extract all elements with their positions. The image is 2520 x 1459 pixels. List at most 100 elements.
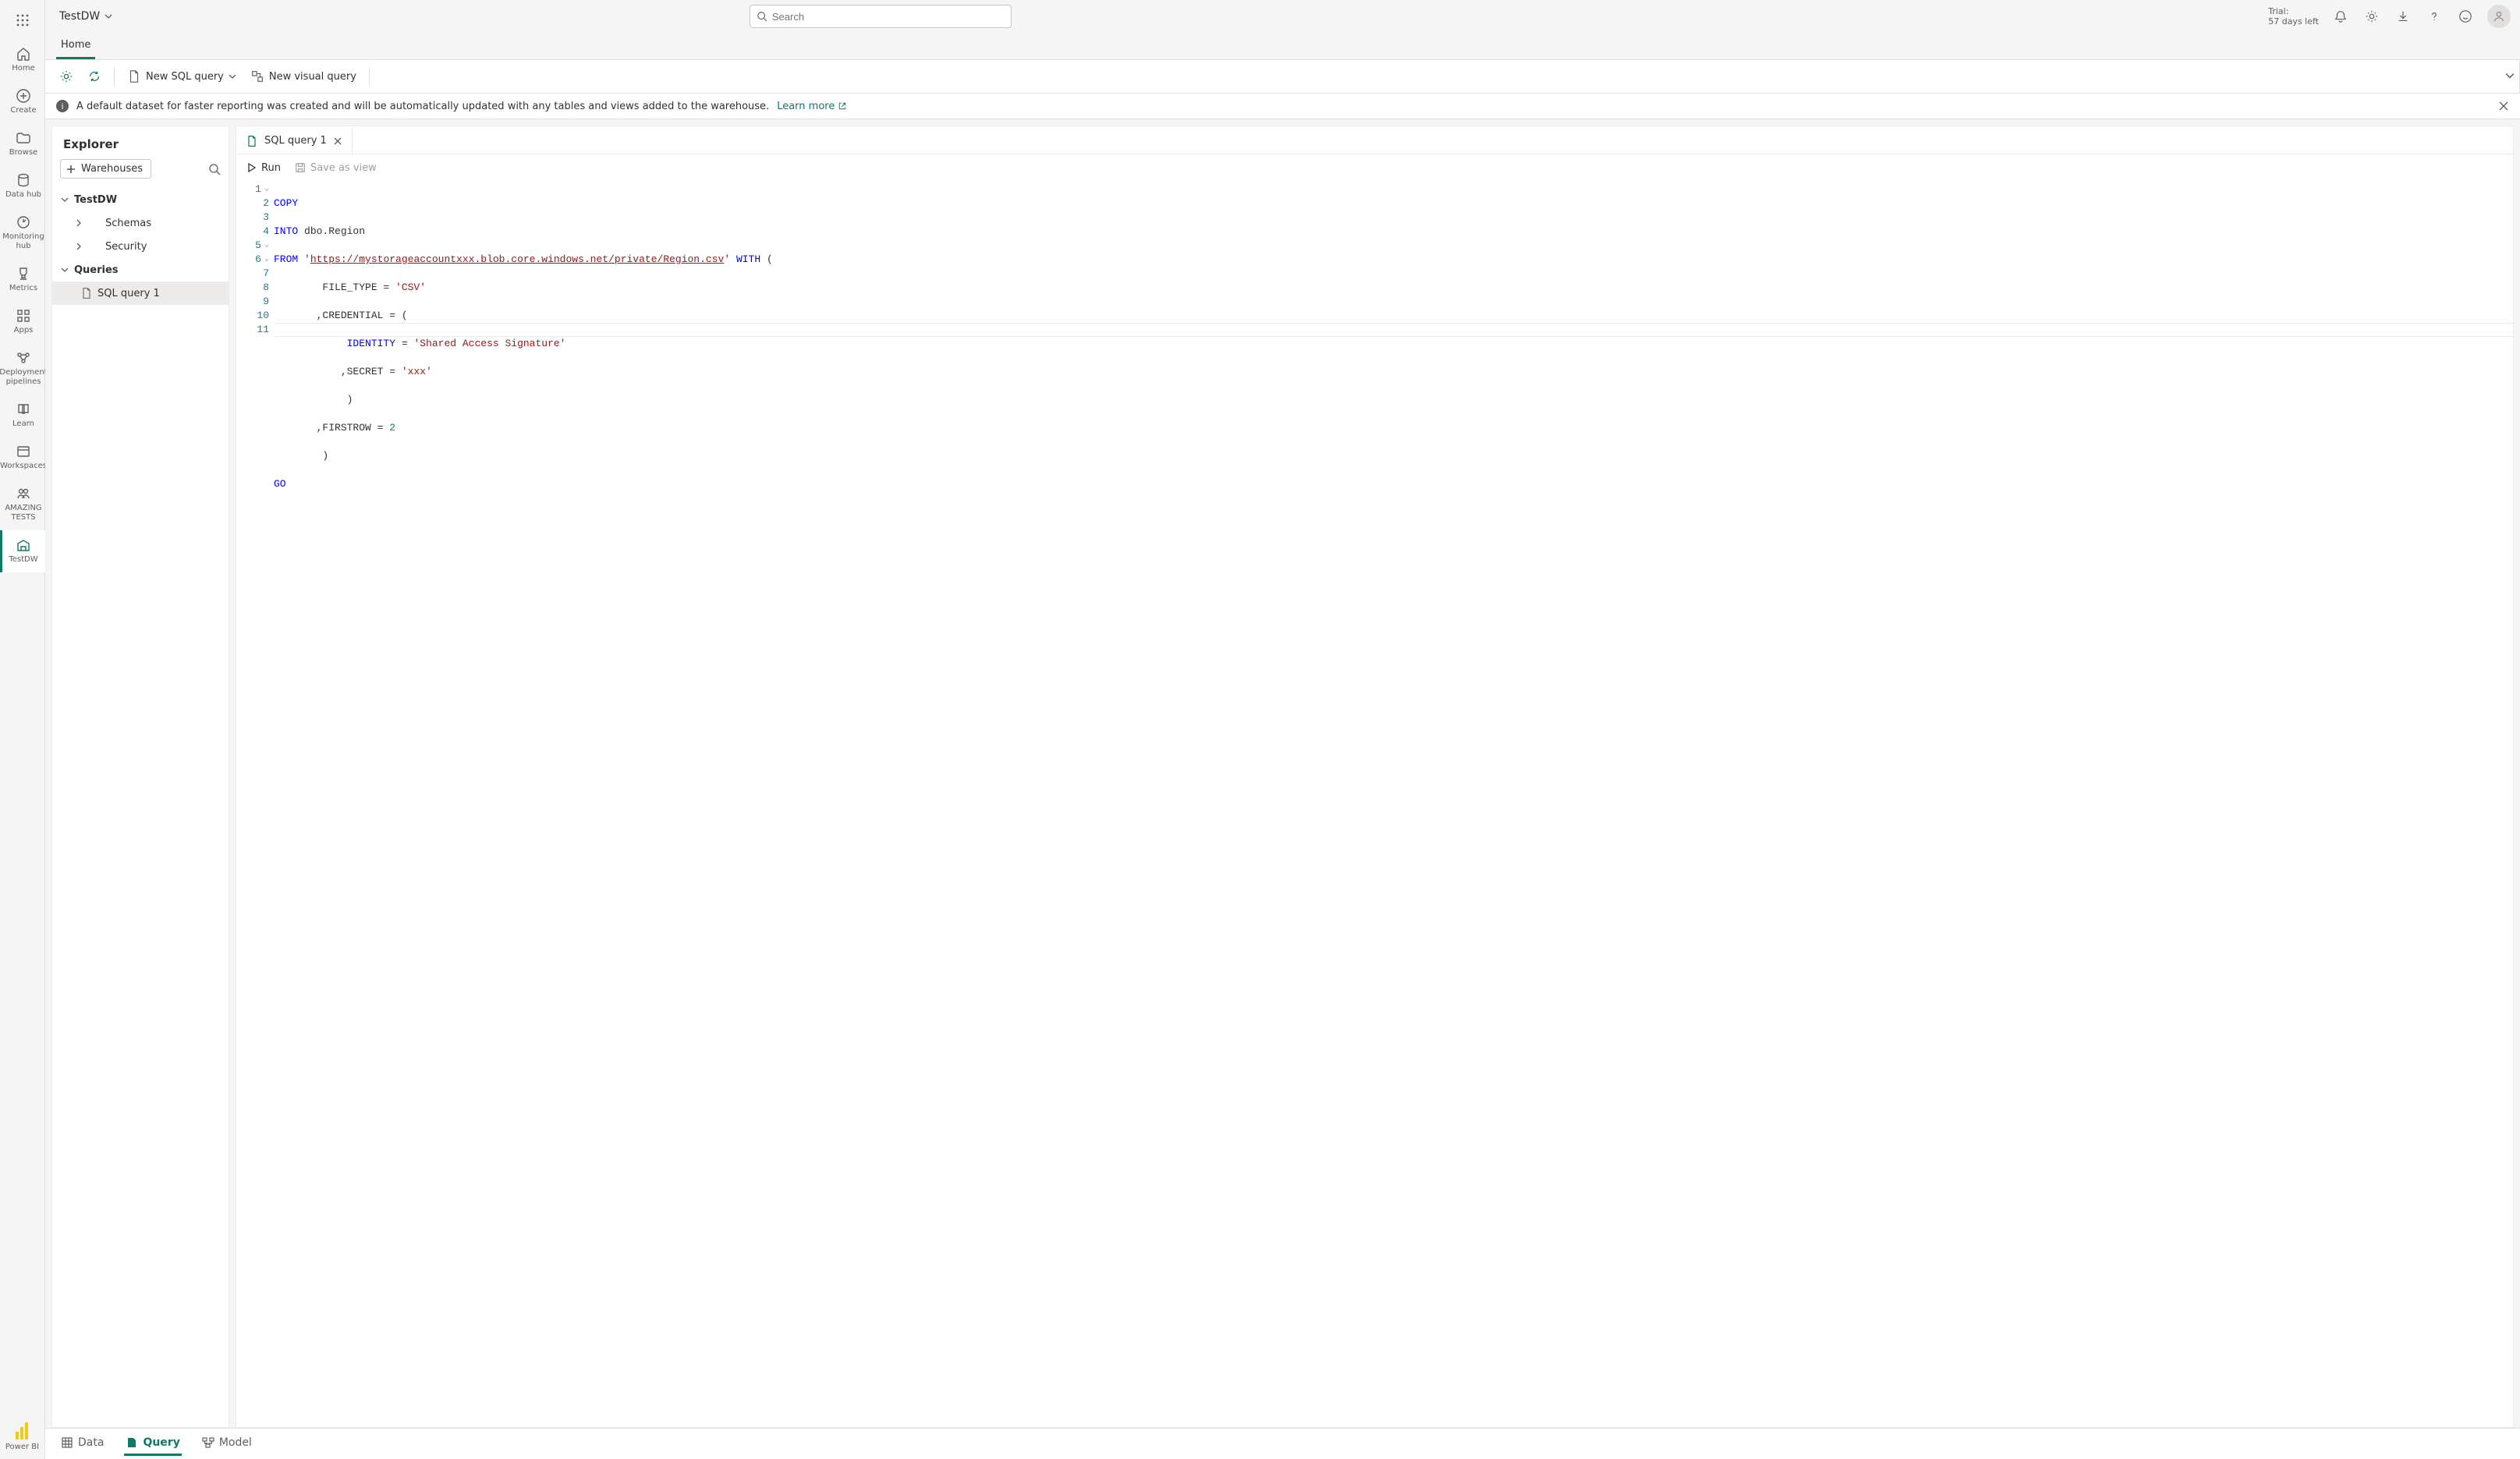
nav-learn[interactable]: Learn bbox=[0, 395, 45, 437]
nav-create[interactable]: Create bbox=[0, 81, 45, 123]
workspaces-icon bbox=[15, 443, 32, 460]
account-avatar[interactable] bbox=[2487, 5, 2511, 28]
bell-icon bbox=[2334, 9, 2348, 23]
code-body[interactable]: COPY INTO dbo.Region FROM 'https://mysto… bbox=[274, 181, 2513, 1427]
ribbon-tabs: Home bbox=[45, 33, 2520, 59]
warehouse-icon bbox=[15, 537, 32, 554]
close-icon bbox=[333, 136, 342, 146]
refresh-icon bbox=[87, 69, 101, 83]
code-editor[interactable]: 1⌄ 2 3 4 5⌄ 6⌄ 7 8 9 10 11 COPY INTO dbo… bbox=[236, 181, 2513, 1427]
view-mode-tabs: Data Query Model bbox=[45, 1428, 2520, 1459]
nav-browse[interactable]: Browse bbox=[0, 123, 45, 165]
explorer-tree: TestDW Schemas Security Queries bbox=[52, 186, 229, 1427]
nav-testdw[interactable]: TestDW bbox=[0, 530, 45, 572]
chevron-down-icon bbox=[60, 196, 69, 204]
explorer-panel: Explorer Warehouses TestDW Schemas bbox=[51, 126, 229, 1428]
book-icon bbox=[15, 401, 32, 418]
powerbi-logo-icon[interactable] bbox=[14, 1422, 30, 1441]
editor-tabstrip: SQL query 1 bbox=[236, 126, 2513, 154]
pipeline-icon bbox=[15, 349, 32, 367]
editor-tab-title: SQL query 1 bbox=[264, 135, 327, 147]
sql-file-icon bbox=[80, 287, 93, 299]
close-icon bbox=[2498, 101, 2509, 112]
nav-home-label: Home bbox=[12, 64, 35, 73]
new-visual-query-button[interactable]: New visual query bbox=[244, 64, 363, 89]
explorer-search-button[interactable] bbox=[208, 163, 221, 175]
banner-close-button[interactable] bbox=[2498, 101, 2509, 112]
tab-home[interactable]: Home bbox=[56, 34, 95, 59]
save-icon bbox=[295, 162, 306, 173]
people-icon bbox=[15, 485, 32, 502]
view-tab-model[interactable]: Model bbox=[200, 1432, 253, 1456]
app-launcher-icon[interactable] bbox=[7, 5, 38, 36]
external-link-icon bbox=[838, 101, 847, 111]
nav-monitoring-hub[interactable]: Monitoring hub bbox=[0, 207, 45, 259]
fold-icon[interactable]: ⌄ bbox=[264, 253, 269, 267]
smile-icon bbox=[2458, 9, 2472, 23]
nav-data-hub[interactable]: Data hub bbox=[0, 165, 45, 207]
apps-icon bbox=[15, 307, 32, 324]
monitor-icon bbox=[15, 214, 32, 231]
search-icon bbox=[208, 163, 221, 175]
settings-button[interactable] bbox=[2362, 7, 2381, 26]
nav-testdw-label: TestDW bbox=[9, 555, 37, 565]
nav-amazing-tests[interactable]: AMAZING TESTS bbox=[0, 479, 45, 530]
fold-icon[interactable]: ⌄ bbox=[264, 239, 269, 253]
nav-metrics[interactable]: Metrics bbox=[0, 259, 45, 301]
add-warehouse-button[interactable]: Warehouses bbox=[60, 159, 151, 179]
nav-apps-label: Apps bbox=[14, 326, 34, 335]
download-icon bbox=[2396, 9, 2410, 23]
nav-apps[interactable]: Apps bbox=[0, 301, 45, 343]
person-icon bbox=[2492, 9, 2506, 23]
trial-status: Trial: 57 days left bbox=[2268, 6, 2319, 27]
download-button[interactable] bbox=[2394, 7, 2412, 26]
data-hub-icon bbox=[15, 172, 32, 189]
line-gutter: 1⌄ 2 3 4 5⌄ 6⌄ 7 8 9 10 11 bbox=[236, 181, 274, 1427]
table-icon bbox=[61, 1436, 73, 1449]
play-icon bbox=[246, 162, 257, 173]
refresh-button[interactable] bbox=[81, 64, 108, 89]
tree-warehouse-node[interactable]: TestDW bbox=[52, 188, 229, 211]
tree-schemas-node[interactable]: Schemas bbox=[52, 211, 229, 235]
tree-query-item[interactable]: SQL query 1 bbox=[52, 282, 229, 305]
editor-tab[interactable]: SQL query 1 bbox=[236, 126, 353, 154]
global-search[interactable] bbox=[750, 5, 1012, 28]
nav-amazing-tests-label: AMAZING TESTS bbox=[4, 504, 44, 522]
tree-security-node[interactable]: Security bbox=[52, 235, 229, 258]
tree-queries-node[interactable]: Queries bbox=[52, 258, 229, 282]
editor-panel: SQL query 1 Run Save as view 1⌄ 2 3 bbox=[236, 126, 2514, 1428]
banner-text: A default dataset for faster reporting w… bbox=[76, 101, 769, 112]
info-banner: i A default dataset for faster reporting… bbox=[45, 94, 2520, 119]
expand-ribbon-button[interactable] bbox=[2505, 71, 2515, 80]
chevron-down-icon bbox=[2505, 71, 2515, 80]
plus-icon bbox=[66, 164, 76, 175]
feedback-button[interactable] bbox=[2456, 7, 2475, 26]
view-tab-data[interactable]: Data bbox=[59, 1432, 105, 1456]
nav-browse-label: Browse bbox=[9, 148, 37, 158]
learn-more-link[interactable]: Learn more bbox=[777, 101, 847, 112]
run-button[interactable]: Run bbox=[246, 162, 281, 174]
nav-workspaces-label: Workspaces bbox=[0, 462, 47, 471]
fold-icon[interactable]: ⌄ bbox=[264, 182, 269, 197]
new-sql-query-button[interactable]: New SQL query bbox=[121, 64, 243, 89]
folder-icon bbox=[15, 129, 32, 147]
help-button[interactable] bbox=[2425, 7, 2444, 26]
workspace-dropdown[interactable]: TestDW bbox=[55, 7, 117, 26]
nav-data-hub-label: Data hub bbox=[5, 190, 41, 200]
view-tab-query[interactable]: Query bbox=[124, 1432, 181, 1456]
nav-monitoring-label: Monitoring hub bbox=[2, 232, 44, 251]
chevron-right-icon bbox=[74, 219, 83, 227]
search-input[interactable] bbox=[772, 11, 1005, 23]
editor-tab-close[interactable] bbox=[333, 136, 342, 146]
manage-settings-button[interactable] bbox=[53, 64, 80, 89]
search-icon bbox=[757, 11, 767, 22]
model-icon bbox=[202, 1436, 214, 1449]
gear-icon bbox=[2365, 9, 2379, 23]
plus-circle-icon bbox=[15, 87, 32, 104]
chevron-down-icon bbox=[105, 12, 112, 20]
nav-workspaces[interactable]: Workspaces bbox=[0, 437, 45, 479]
nav-home[interactable]: Home bbox=[0, 39, 45, 81]
notifications-button[interactable] bbox=[2331, 7, 2350, 26]
explorer-title: Explorer bbox=[52, 126, 229, 159]
nav-pipelines[interactable]: Deployment pipelines bbox=[0, 343, 45, 395]
